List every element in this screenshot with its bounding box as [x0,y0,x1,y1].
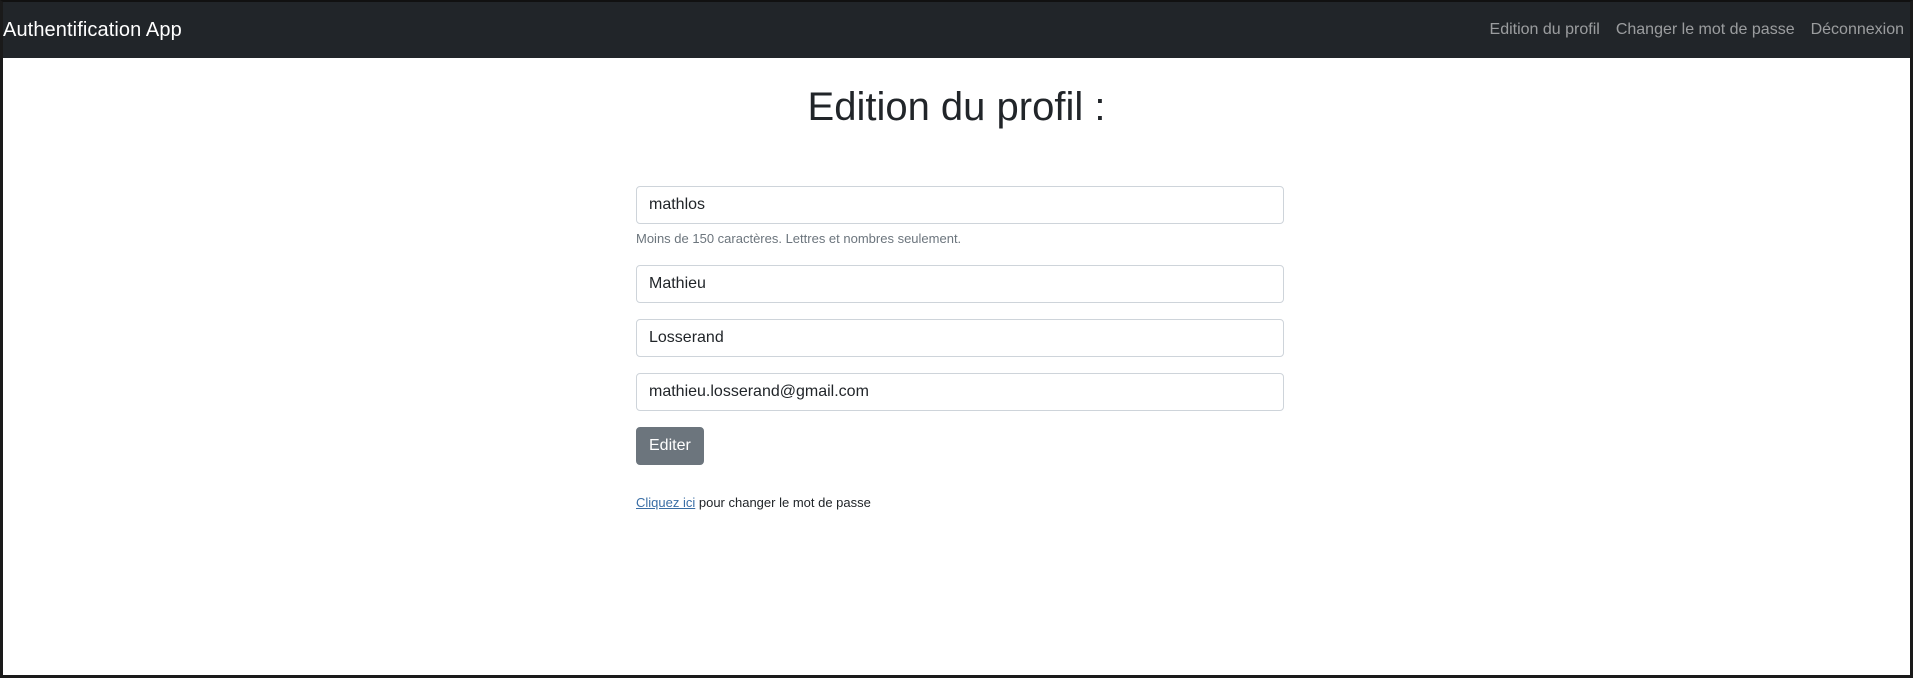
nav-links: Edition du profil Changer le mot de pass… [1474,21,1904,39]
browser-viewport: Authentification App Edition du profil C… [0,0,1913,678]
page-title: Edition du profil : [807,85,1106,129]
username-input[interactable] [636,186,1284,224]
nav-link-change-password[interactable]: Changer le mot de passe [1616,21,1795,39]
nav-link-edit-profile[interactable]: Edition du profil [1490,21,1600,39]
change-password-link[interactable]: Cliquez ici [636,495,695,510]
change-password-hint-text: pour changer le mot de passe [695,495,871,510]
brand-link[interactable]: Authentification App [3,19,182,42]
last-name-input[interactable] [636,319,1284,357]
main-content: Edition du profil : Moins de 150 caractè… [3,58,1910,675]
username-help-text: Moins de 150 caractères. Lettres et nomb… [636,231,962,246]
first-name-input[interactable] [636,265,1284,303]
submit-edit-button[interactable]: Editer [636,427,704,465]
nav-link-logout[interactable]: Déconnexion [1811,21,1904,39]
change-password-hint: Cliquez ici pour changer le mot de passe [636,495,1284,510]
email-input[interactable] [636,373,1284,411]
navbar: Authentification App Edition du profil C… [3,2,1910,58]
profile-form: Moins de 150 caractères. Lettres et nomb… [636,186,1284,510]
